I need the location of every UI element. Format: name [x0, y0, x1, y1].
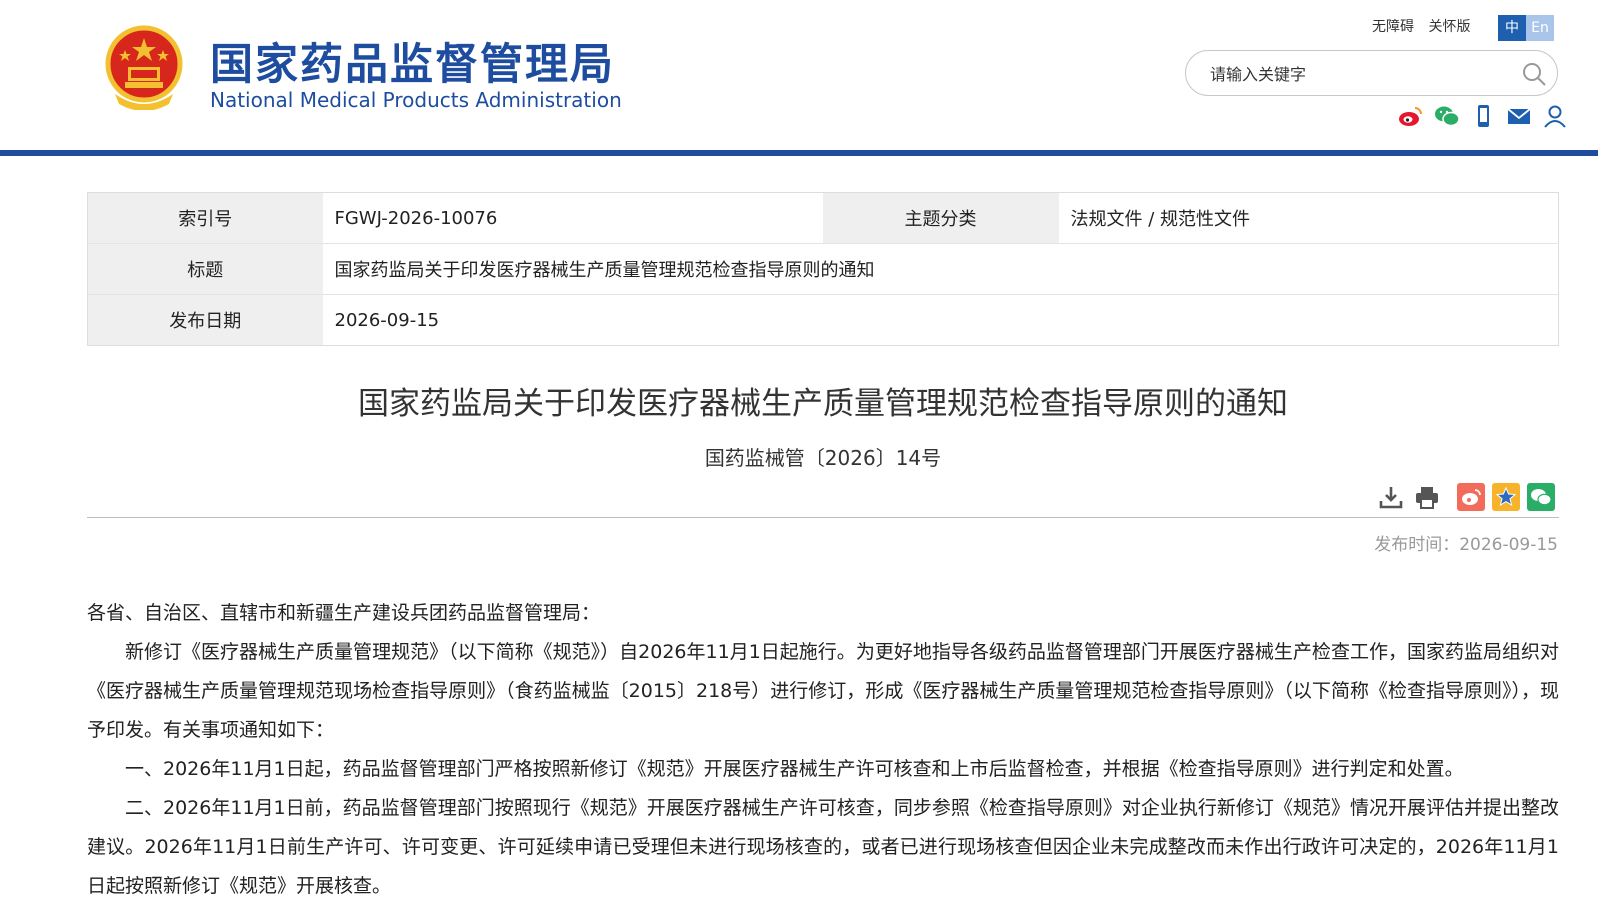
index-value: FGWJ-2026-10076 — [322, 192, 823, 244]
salutation: 各省、自治区、直辖市和新疆生产建设兵团药品监督管理局： — [87, 602, 601, 624]
paragraph: 新修订《医疗器械生产质量管理规范》（以下简称《规范》）自2026年11月1日起施… — [87, 641, 1559, 741]
elder-care-link[interactable]: 关怀版 — [1428, 19, 1470, 35]
share-weibo-button[interactable] — [1457, 483, 1485, 511]
site-title[interactable]: 国家药品监督管理局 — [210, 30, 615, 92]
article-toolbar — [1378, 483, 1555, 511]
download-icon[interactable] — [1378, 484, 1404, 510]
language-switch: 中 En — [1498, 15, 1554, 41]
print-icon[interactable] — [1414, 484, 1440, 510]
title-label: 标题 — [87, 243, 323, 295]
title-value: 国家药监局关于印发医疗器械生产质量管理规范检查指导原则的通知 — [322, 243, 1559, 295]
site-header: 国家药品监督管理局 National Medical Products Admi… — [0, 0, 1598, 152]
publish-time: 发布时间：2026-09-15 — [1374, 535, 1558, 555]
search-box — [1185, 50, 1558, 96]
index-label: 索引号 — [87, 192, 323, 244]
date-value: 2026-09-15 — [334, 309, 440, 331]
wechat-icon[interactable] — [1434, 104, 1460, 128]
national-emblem-icon[interactable] — [103, 24, 185, 110]
date-label: 发布日期 — [87, 294, 323, 346]
lang-en-button[interactable]: En — [1526, 15, 1554, 41]
table-row: 发布日期 2026-09-15 — [87, 294, 1559, 346]
header-divider — [0, 150, 1598, 156]
favorite-button[interactable] — [1492, 483, 1520, 511]
document-info-table: 索引号 FGWJ-2026-10076 主题分类 法规文件 / 规范性文件 标题… — [87, 192, 1559, 346]
search-icon[interactable] — [1521, 61, 1547, 87]
table-row: 索引号 FGWJ-2026-10076 主题分类 法规文件 / 规范性文件 — [87, 192, 1559, 244]
top-links: 无障碍 关怀版 — [1372, 16, 1480, 36]
mobile-icon[interactable] — [1470, 104, 1496, 128]
topic-label: 主题分类 — [822, 192, 1059, 244]
article-body: 各省、自治区、直辖市和新疆生产建设兵团药品监督管理局： 新修订《医疗器械生产质量… — [87, 594, 1559, 906]
topic-value: 法规文件 / 规范性文件 — [1058, 192, 1559, 244]
lang-zh-button[interactable]: 中 — [1498, 15, 1526, 41]
weibo-icon[interactable] — [1398, 104, 1424, 128]
share-wechat-icon — [1531, 489, 1552, 506]
user-icon[interactable] — [1542, 104, 1568, 128]
mail-icon[interactable] — [1506, 104, 1532, 128]
share-weibo-icon — [1462, 489, 1481, 505]
search-input[interactable] — [1210, 60, 1510, 88]
site-title-english[interactable]: National Medical Products Administration — [210, 88, 622, 112]
social-links — [1398, 104, 1568, 128]
table-row: 标题 国家药监局关于印发医疗器械生产质量管理规范检查指导原则的通知 — [87, 243, 1559, 295]
paragraph: 二、2026年11月1日前，药品监督管理部门按照现行《规范》开展医疗器械生产许可… — [87, 797, 1559, 897]
favorite-icon — [1495, 486, 1517, 507]
divider — [87, 517, 1559, 518]
document-number: 国药监械管〔2026〕14号 — [704, 446, 942, 470]
accessibility-link[interactable]: 无障碍 — [1372, 19, 1414, 35]
share-wechat-button[interactable] — [1527, 483, 1555, 511]
paragraph: 一、2026年11月1日起，药品监督管理部门严格按照新修订《规范》开展医疗器械生… — [125, 758, 1464, 780]
page-title: 国家药监局关于印发医疗器械生产质量管理规范检查指导原则的通知 — [358, 386, 1288, 422]
